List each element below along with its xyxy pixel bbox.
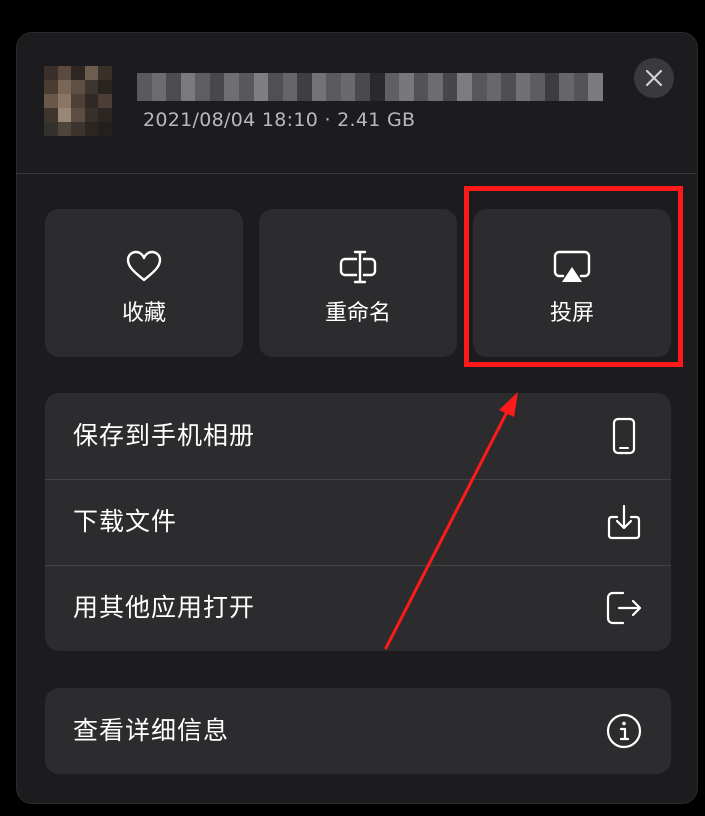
action-sheet: 2021/08/04 18:10 · 2.41 GB 收藏 重命名 投屏 保存到… (16, 32, 698, 804)
file-actions-list: 保存到手机相册 下载文件 用其他应用打开 (45, 393, 671, 651)
open-with-label: 用其他应用打开 (73, 593, 256, 622)
rename-icon (339, 250, 377, 284)
close-button[interactable] (634, 58, 674, 98)
phone-icon (612, 417, 636, 455)
file-meta: 2021/08/04 18:10 · 2.41 GB (143, 109, 416, 131)
cast-label: 投屏 (549, 301, 594, 326)
info-icon (606, 713, 642, 749)
download-file-label: 下载文件 (73, 507, 178, 536)
favorite-label: 收藏 (121, 301, 166, 326)
file-header: 2021/08/04 18:10 · 2.41 GB (17, 33, 697, 174)
save-to-album-label: 保存到手机相册 (73, 421, 256, 450)
file-name-redacted (137, 73, 603, 101)
view-details-row[interactable]: 查看详细信息 (45, 688, 671, 774)
open-external-icon (606, 591, 642, 625)
details-list: 查看详细信息 (45, 688, 671, 774)
heart-icon (126, 250, 162, 282)
close-icon (645, 69, 663, 87)
view-details-label: 查看详细信息 (73, 716, 230, 745)
open-with-row[interactable]: 用其他应用打开 (45, 565, 671, 651)
download-icon (607, 504, 641, 540)
file-thumbnail (44, 66, 112, 136)
rename-button[interactable]: 重命名 (259, 209, 457, 357)
airplay-icon (553, 250, 591, 282)
save-to-album-row[interactable]: 保存到手机相册 (45, 393, 671, 479)
cast-button[interactable]: 投屏 (473, 209, 671, 357)
download-file-row[interactable]: 下载文件 (45, 479, 671, 565)
favorite-button[interactable]: 收藏 (45, 209, 243, 357)
rename-label: 重命名 (324, 301, 391, 326)
